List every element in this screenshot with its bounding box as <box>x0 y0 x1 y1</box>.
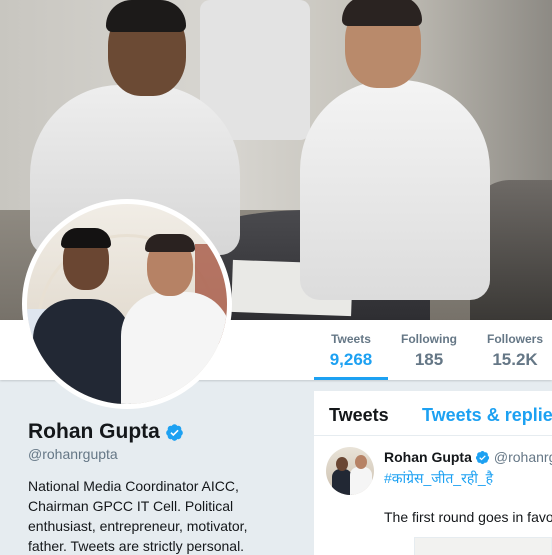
tweet-hashtag[interactable]: #कांग्रेस_जीत_रही_है <box>384 469 493 488</box>
stat-following-value: 185 <box>414 350 444 369</box>
tweet-author-handle[interactable]: @rohanrg <box>494 449 552 465</box>
timeline: Tweets Tweets & replies Rohan Gupta @roh… <box>314 391 552 555</box>
active-tab-indicator <box>314 377 388 380</box>
tweet-item[interactable]: Rohan Gupta @rohanrg #कांग्रेस_जीत_रही_ह… <box>314 437 552 555</box>
tweet-avatar-person-right <box>350 467 372 495</box>
stat-tweets-label: Tweets <box>331 332 371 346</box>
tweet-text: The first round goes in favo <box>384 509 552 525</box>
tweet-media-preview[interactable] <box>414 537 552 555</box>
stat-following[interactable]: Following 185 <box>396 332 462 370</box>
tweet-author-name[interactable]: Rohan Gupta <box>384 449 472 465</box>
stat-following-label: Following <box>401 332 457 346</box>
tweet-header: Rohan Gupta @rohanrg <box>384 449 552 465</box>
verified-badge-icon <box>166 423 183 441</box>
profile-avatar[interactable] <box>22 199 232 409</box>
stat-followers-value: 15.2K <box>492 350 538 369</box>
tweet-avatar-person-right-head <box>355 455 367 469</box>
profile-name-row: Rohan Gupta <box>28 420 184 444</box>
stat-tweets[interactable]: Tweets 9,268 <box>314 332 388 370</box>
profile-handle[interactable]: @rohanrgupta <box>28 446 118 462</box>
profile-card: Rohan Gupta @rohanrgupta National Media … <box>0 380 300 555</box>
avatar-person-right-hair <box>145 234 195 252</box>
profile-name[interactable]: Rohan Gupta <box>28 420 160 444</box>
avatar-person-left-hair <box>61 228 111 248</box>
banner-person-right-hair <box>342 0 422 26</box>
timeline-tabs: Tweets Tweets & replies <box>314 391 552 436</box>
tweet-avatar[interactable] <box>326 447 374 495</box>
profile-bio: National Media Coordinator AICC, Chairma… <box>28 478 248 554</box>
stat-followers-label: Followers <box>486 332 543 346</box>
stat-followers[interactable]: Followers 15.2K <box>480 332 550 370</box>
tweet-verified-badge-icon <box>475 450 489 464</box>
stat-tweets-value: 9,268 <box>329 350 373 369</box>
tweet-avatar-person-left-head <box>336 457 348 471</box>
tab-tweets[interactable]: Tweets <box>329 405 389 426</box>
banner-person-left-hair <box>106 0 186 32</box>
tweet-avatar-person-left <box>332 469 352 495</box>
tab-tweets-and-replies[interactable]: Tweets & replies <box>422 405 552 426</box>
avatar-photo <box>27 204 227 404</box>
banner-person-right <box>300 80 490 300</box>
